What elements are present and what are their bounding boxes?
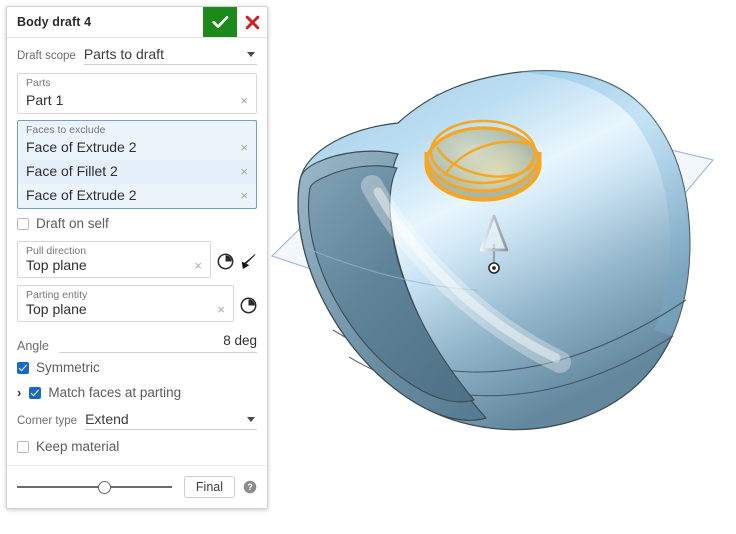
keep-material-row[interactable]: Keep material: [17, 432, 257, 457]
remove-face-icon[interactable]: ×: [238, 189, 250, 202]
dialog-titlebar: Body draft 4: [7, 7, 267, 38]
part-name: Part 1: [26, 92, 64, 108]
corner-type-value: Extend: [85, 411, 129, 427]
expand-chevron-icon[interactable]: ›: [17, 386, 21, 399]
clear-parting-entity-icon[interactable]: ×: [215, 303, 227, 316]
draft-scope-row[interactable]: Draft scope Parts to draft: [17, 38, 257, 67]
match-faces-label: Match faces at parting: [48, 385, 182, 400]
chevron-down-icon: [247, 51, 255, 57]
dialog-body: Draft scope Parts to draft Parts Part 1 …: [7, 38, 267, 457]
svg-text:?: ?: [247, 482, 252, 492]
face-name: Face of Extrude 2: [26, 187, 137, 203]
slider-thumb[interactable]: [97, 481, 111, 494]
remove-face-icon[interactable]: ×: [238, 165, 250, 178]
angle-label: Angle: [17, 339, 49, 353]
highlighted-dome-face[interactable]: [424, 119, 542, 202]
list-item[interactable]: Face of Extrude 2 ×: [18, 136, 256, 160]
corner-type-label: Corner type: [17, 415, 78, 427]
close-icon: [245, 15, 259, 29]
faces-to-exclude-box[interactable]: Faces to exclude Face of Extrude 2 × Fac…: [17, 120, 257, 209]
draft-scope-label: Draft scope: [17, 50, 76, 62]
list-item[interactable]: Face of Fillet 2 ×: [18, 160, 256, 184]
pull-direction-value: Top plane: [26, 257, 87, 273]
draft-on-self-label: Draft on self: [36, 216, 109, 231]
draft-on-self-checkbox[interactable]: [17, 217, 29, 230]
faces-to-exclude-caption: Faces to exclude: [26, 124, 106, 136]
parts-query-box[interactable]: Parts Part 1 ×: [17, 73, 257, 114]
remove-part-icon[interactable]: ×: [238, 94, 250, 107]
clock-flip-icon[interactable]: [217, 253, 234, 270]
dialog-footer: Final ?: [7, 465, 267, 508]
parting-entity-value: Top plane: [26, 301, 87, 317]
help-icon[interactable]: ?: [243, 480, 257, 494]
corner-type-row[interactable]: Corner type Extend: [17, 403, 257, 432]
keep-material-label: Keep material: [36, 439, 120, 454]
final-button[interactable]: Final: [183, 476, 235, 498]
accept-button[interactable]: [203, 7, 237, 37]
clear-pull-direction-icon[interactable]: ×: [192, 259, 204, 272]
match-faces-row[interactable]: › Match faces at parting: [17, 378, 257, 403]
pull-direction-field[interactable]: Pull direction Top plane ×: [17, 241, 211, 278]
chevron-down-icon: [247, 416, 255, 422]
list-item[interactable]: Face of Extrude 2 ×: [18, 184, 256, 208]
parting-entity-caption: Parting entity: [26, 289, 88, 301]
angle-input[interactable]: 8 deg: [58, 332, 257, 353]
draft-scope-select[interactable]: Parts to draft: [83, 46, 257, 65]
flip-arrow-icon[interactable]: [240, 253, 257, 270]
cancel-button[interactable]: [237, 7, 267, 37]
draft-scope-value: Parts to draft: [83, 46, 164, 62]
pull-direction-group[interactable]: Pull direction Top plane ×: [17, 241, 257, 278]
symmetric-checkbox[interactable]: [17, 361, 29, 374]
slider-track: [17, 486, 172, 488]
check-icon: [211, 16, 228, 28]
angle-value: 8 deg: [223, 333, 257, 348]
parting-entity-field[interactable]: Parting entity Top plane ×: [17, 285, 234, 322]
list-item[interactable]: Part 1 ×: [18, 89, 256, 113]
angle-row[interactable]: Angle 8 deg: [17, 322, 257, 353]
draft-on-self-row[interactable]: Draft on self: [17, 209, 257, 234]
keep-material-checkbox[interactable]: [17, 440, 29, 453]
symmetric-row[interactable]: Symmetric: [17, 353, 257, 378]
parts-caption: Parts: [26, 77, 51, 89]
face-name: Face of Extrude 2: [26, 139, 137, 155]
remove-face-icon[interactable]: ×: [238, 141, 250, 154]
face-name: Face of Fillet 2: [26, 163, 118, 179]
pull-direction-icons: [211, 241, 257, 270]
match-faces-checkbox[interactable]: [29, 386, 42, 399]
symmetric-label: Symmetric: [36, 360, 100, 375]
clock-flip-icon[interactable]: [240, 297, 257, 314]
body-draft-dialog[interactable]: Body draft 4 Draft scope Parts to draft …: [6, 6, 268, 509]
parting-entity-group[interactable]: Parting entity Top plane ×: [17, 285, 257, 322]
preview-slider[interactable]: [17, 480, 172, 494]
dialog-title: Body draft 4: [17, 15, 92, 29]
parting-entity-icons: [234, 285, 257, 314]
corner-type-select[interactable]: Extend: [85, 411, 257, 430]
pull-direction-caption: Pull direction: [26, 245, 87, 257]
